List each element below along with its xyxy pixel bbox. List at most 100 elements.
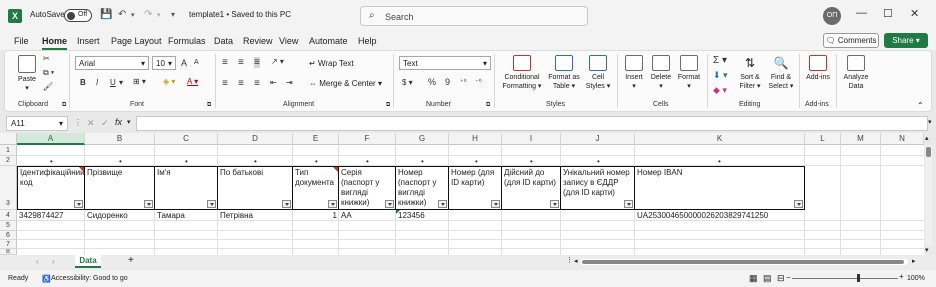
add-sheet-button[interactable]: +: [128, 255, 134, 266]
header-cell-a[interactable]: Ідентифікаційний код: [17, 166, 85, 210]
row-header-6[interactable]: 6: [0, 231, 17, 240]
vertical-scrollbar[interactable]: [925, 145, 932, 245]
number-launcher-icon[interactable]: ⧉: [486, 102, 490, 109]
header-cell-i[interactable]: Дійсний до (для ID карти): [501, 166, 561, 210]
header-cell-f[interactable]: Серія (паспорт у вигляді книжки): [338, 166, 396, 210]
cell-j2[interactable]: •: [597, 157, 600, 166]
comma-style-icon[interactable]: 9: [445, 77, 450, 87]
cancel-icon[interactable]: ✕: [87, 118, 95, 129]
column-header-e[interactable]: E: [293, 133, 339, 145]
column-header-m[interactable]: M: [841, 133, 881, 145]
cell-e4[interactable]: 1: [293, 210, 339, 221]
grow-font-icon[interactable]: A: [181, 58, 187, 68]
enter-icon[interactable]: ✓: [101, 118, 109, 129]
cell-a4[interactable]: 3429874427: [17, 210, 85, 221]
zoom-out-button[interactable]: −: [786, 273, 791, 282]
tab-home[interactable]: Home: [42, 36, 68, 50]
cell-b2[interactable]: •: [119, 157, 122, 166]
scroll-down-icon[interactable]: ▾: [925, 246, 929, 254]
next-sheet-icon[interactable]: ›: [52, 257, 55, 266]
zoom-slider[interactable]: [792, 278, 898, 279]
filter-dropdown-icon[interactable]: [794, 200, 803, 208]
save-icon[interactable]: 💾: [100, 9, 112, 20]
filter-dropdown-icon[interactable]: [438, 200, 447, 208]
header-cell-e[interactable]: Тип документа: [292, 166, 339, 210]
normal-view-icon[interactable]: ▦: [749, 273, 758, 284]
page-layout-view-icon[interactable]: ▤: [763, 273, 772, 284]
select-all-corner[interactable]: [0, 133, 17, 145]
formula-input[interactable]: [136, 116, 928, 131]
column-header-i[interactable]: I: [502, 133, 561, 145]
column-header-a[interactable]: A: [17, 133, 85, 145]
avatar[interactable]: ОП: [823, 7, 841, 25]
worksheet-grid[interactable]: A B C D E F G H I J K L M N 1 2 3 4 5 6 …: [0, 133, 924, 255]
align-top-icon[interactable]: ≡: [222, 57, 228, 68]
column-header-g[interactable]: G: [396, 133, 449, 145]
cell-styles-button[interactable]: Cell Styles ▾: [583, 55, 613, 91]
sheet-tab-data[interactable]: Data: [75, 255, 101, 268]
scroll-up-icon[interactable]: ▴: [925, 134, 929, 142]
borders-icon[interactable]: ⊞ ▾: [133, 77, 146, 86]
align-left-icon[interactable]: ≡: [222, 78, 228, 89]
column-header-c[interactable]: C: [155, 133, 218, 145]
redo-icon[interactable]: ↷: [144, 9, 152, 20]
cell-k4[interactable]: UA253004650000026203829741250: [635, 210, 805, 221]
tab-data[interactable]: Data: [214, 36, 233, 46]
fill-color-icon[interactable]: ◈ ▾: [163, 77, 175, 86]
redo-dropdown-icon[interactable]: ▾: [157, 11, 161, 19]
analyze-data-button[interactable]: Analyze Data: [840, 55, 872, 91]
cell-c4[interactable]: Тамара: [155, 210, 218, 221]
header-cell-k[interactable]: Номер IBAN: [634, 166, 805, 210]
row-header-1[interactable]: 1: [0, 145, 17, 156]
header-cell-c[interactable]: Ім'я: [154, 166, 218, 210]
column-header-l[interactable]: L: [805, 133, 841, 145]
tab-insert[interactable]: Insert: [77, 36, 100, 46]
undo-icon[interactable]: ↶: [118, 9, 126, 20]
conditional-formatting-button[interactable]: Conditional Formatting ▾: [500, 55, 544, 91]
autosave-toggle[interactable]: Off: [64, 9, 92, 22]
scrollbar-thumb[interactable]: [582, 260, 904, 264]
cell-d2[interactable]: •: [254, 157, 257, 166]
column-header-h[interactable]: H: [449, 133, 502, 145]
filter-dropdown-icon[interactable]: [328, 200, 337, 208]
bold-button[interactable]: B: [80, 78, 86, 87]
tab-automate[interactable]: Automate: [309, 36, 348, 46]
wrap-text-button[interactable]: ↵ Wrap Text: [309, 59, 354, 68]
cell-i2[interactable]: •: [530, 157, 533, 166]
scrollbar-thumb[interactable]: [926, 147, 931, 157]
maximize-icon[interactable]: ☐: [883, 7, 893, 20]
expand-formula-icon[interactable]: ▾: [928, 118, 932, 126]
underline-button[interactable]: U: [110, 78, 116, 87]
customize-icon[interactable]: ▾: [171, 10, 175, 19]
header-cell-g[interactable]: Номер (паспорт у вигляді книжки): [395, 166, 449, 210]
cell-g2[interactable]: •: [421, 157, 424, 166]
sort-filter-button[interactable]: ⇅ Sort & Filter ▾: [736, 55, 764, 91]
align-right-icon[interactable]: ≡: [254, 78, 260, 89]
format-as-table-button[interactable]: Format as Table ▾: [546, 55, 582, 91]
undo-dropdown-icon[interactable]: ▾: [131, 11, 135, 19]
cell-f2[interactable]: •: [366, 157, 369, 166]
tab-formulas[interactable]: Formulas: [168, 36, 206, 46]
font-name-dropdown[interactable]: Arial ▾: [75, 56, 149, 70]
fx-dropdown-icon[interactable]: ▾: [127, 118, 131, 126]
cell-f4[interactable]: АА: [339, 210, 396, 221]
currency-icon[interactable]: $ ▾: [402, 78, 413, 87]
row-header-3[interactable]: 3: [0, 166, 17, 210]
column-header-k[interactable]: K: [635, 133, 805, 145]
filter-dropdown-icon[interactable]: [74, 200, 83, 208]
prev-sheet-icon[interactable]: ‹: [36, 257, 39, 266]
column-header-b[interactable]: B: [85, 133, 155, 145]
decrease-decimal-icon[interactable]: ⁻⁰: [475, 78, 482, 86]
tab-file[interactable]: File: [14, 36, 29, 46]
filter-dropdown-icon[interactable]: [144, 200, 153, 208]
font-launcher-icon[interactable]: ⧉: [207, 102, 211, 109]
horizontal-scrollbar[interactable]: [580, 259, 908, 265]
more-tabs-icon[interactable]: ⋮: [566, 256, 573, 264]
increase-decimal-icon[interactable]: ⁺⁰: [460, 78, 467, 86]
percent-icon[interactable]: %: [428, 77, 436, 87]
cut-icon[interactable]: ✂: [43, 54, 50, 63]
row-header-4[interactable]: 4: [0, 210, 17, 221]
insert-cells-button[interactable]: Insert ▾: [621, 55, 647, 91]
filter-dropdown-icon[interactable]: [624, 200, 633, 208]
format-cells-button[interactable]: Format ▾: [675, 55, 703, 91]
